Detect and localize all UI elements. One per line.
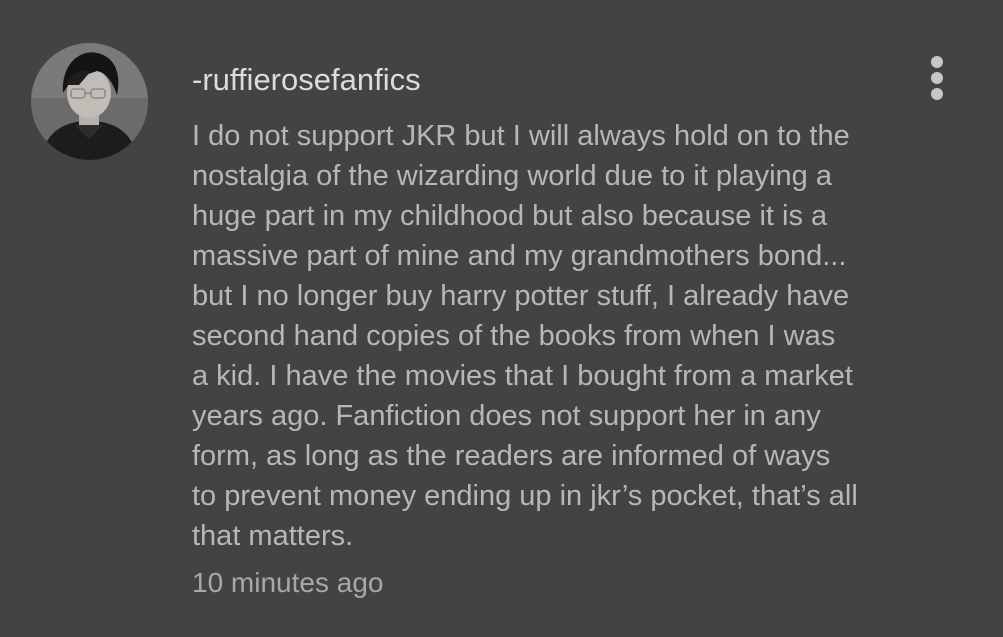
comment-line: but I no longer buy harry potter stuff, … — [192, 280, 850, 312]
comment-line: I do not support JKR but I will always h… — [192, 120, 850, 152]
comment-line: nostalgia of the wizarding world due to … — [192, 160, 832, 192]
more-vertical-icon-dot — [931, 72, 943, 84]
avatar-photo-icon — [31, 43, 148, 160]
comment-line: form, as long as the readers are informe… — [192, 440, 831, 472]
comment-line: huge part in my childhood but also becau… — [192, 200, 828, 232]
comment-timestamp: 10 minutes ago — [192, 567, 384, 598]
comment-body: I do not support JKR but I will always h… — [192, 116, 982, 556]
more-vertical-icon-dot — [931, 56, 943, 68]
avatar[interactable] — [31, 43, 148, 160]
comment-line: years ago. Fanfiction does not support h… — [192, 400, 821, 432]
comment-line: a kid. I have the movies that I bought f… — [192, 360, 853, 392]
more-vertical-icon-dot — [931, 88, 943, 100]
comment-line: to prevent money ending up in jkr’s pock… — [192, 480, 858, 512]
more-options-button[interactable] — [922, 52, 952, 102]
comment-line: massive part of mine and my grandmothers… — [192, 240, 847, 272]
comment-line: that matters. — [192, 520, 354, 552]
comment-username[interactable]: -ruffierosefanfics — [192, 61, 421, 99]
comment-line: second hand copies of the books from whe… — [192, 320, 836, 352]
comment-card: -ruffierosefanfics I do not support JKR … — [0, 0, 1003, 637]
